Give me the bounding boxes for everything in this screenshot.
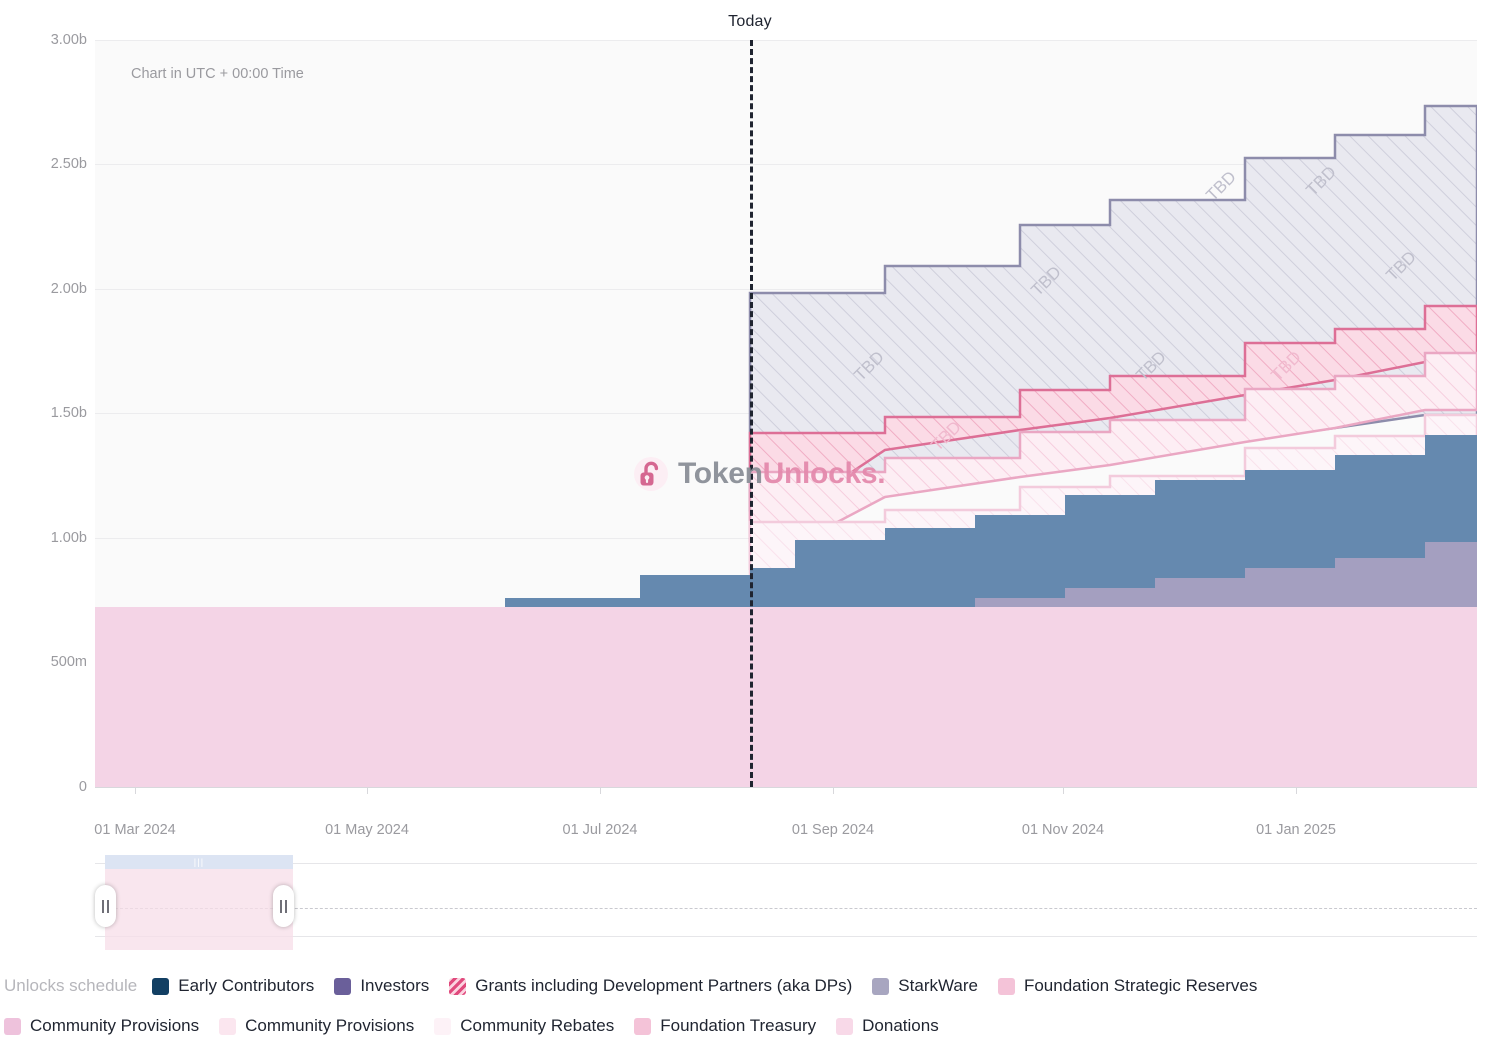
range-dotted-line	[95, 908, 1477, 909]
range-handle-right[interactable]	[273, 885, 294, 927]
range-drag-bar[interactable]: |||	[105, 855, 293, 869]
grip-bars-icon	[102, 899, 109, 913]
legend-item-early-contributors[interactable]: Early Contributors	[152, 976, 314, 996]
range-grip-icon: |||	[193, 857, 205, 867]
series-area-foundation-strategic-reserves	[95, 607, 1477, 787]
legend-item-label: Donations	[862, 1016, 939, 1035]
legend-item-label: Foundation Strategic Reserves	[1023, 976, 1258, 995]
legend-item-grants[interactable]: Grants including Development Partners (a…	[449, 976, 852, 996]
range-track[interactable]	[95, 863, 1477, 937]
today-label: Today	[728, 13, 772, 30]
legend-item-donations[interactable]: Donations	[836, 1016, 939, 1036]
x-tick-sep-2024: 01 Sep 2024	[791, 822, 875, 838]
today-vertical-line	[750, 40, 753, 787]
y-tick-1b: 1.00b	[50, 530, 87, 546]
legend-item-starkware[interactable]: StarkWare	[872, 976, 978, 996]
x-tick-jul-2024: 01 Jul 2024	[562, 822, 638, 838]
x-tickmark-4	[1063, 788, 1064, 794]
legend-item-label: StarkWare	[898, 976, 978, 995]
x-tickmark-1	[367, 788, 368, 794]
legend-item-label: Early Contributors	[178, 976, 315, 995]
chart-canvas: TBD TBD TBD TBD TBD TBD TBD TBD	[95, 40, 1477, 787]
legend-item-label: Investors	[360, 976, 430, 995]
range-selector[interactable]: |||	[95, 855, 1477, 950]
token-unlocks-chart: Today TBD TBD TBD TBD TBD TBD TBD TBD Ch…	[0, 0, 1497, 1047]
x-tick-may-2024: 01 May 2024	[325, 822, 409, 838]
legend-item-label: Community Provisions	[30, 1016, 200, 1035]
y-tick-0: 0	[78, 779, 87, 795]
x-tickmark-5	[1296, 788, 1297, 794]
legend-swatch-icon	[997, 977, 1015, 995]
legend-title: Unlocks schedule	[4, 976, 138, 995]
x-tickmark-2	[600, 788, 601, 794]
legend-item-label: Community Provisions	[245, 1016, 415, 1035]
grip-bars-icon	[280, 899, 287, 913]
x-tick-mar-2024: 01 Mar 2024	[94, 822, 176, 838]
legend-item-community-provisions-a[interactable]: Community Provisions	[4, 1016, 199, 1036]
range-selected-window[interactable]	[105, 864, 293, 950]
utc-note: Chart in UTC + 00:00 Time	[131, 66, 304, 82]
x-axis-baseline	[95, 787, 1477, 788]
legend-item-label: Foundation Treasury	[660, 1016, 817, 1035]
legend-swatch-icon	[4, 1017, 21, 1035]
legend-row-1: Unlocks schedule Early Contributors Inve…	[0, 966, 1497, 1006]
legend-swatch-icon	[872, 977, 890, 995]
legend-item-community-rebates[interactable]: Community Rebates	[434, 1016, 614, 1036]
legend-swatch-icon	[434, 1017, 452, 1035]
legend-swatch-hatched-icon	[449, 977, 467, 995]
legend-row-2: Community Provisions Community Provision…	[0, 1006, 1497, 1046]
y-tick-3b: 3.00b	[50, 32, 87, 48]
legend-item-label: Grants including Development Partners (a…	[475, 976, 853, 995]
plot-area: TBD TBD TBD TBD TBD TBD TBD TBD	[95, 40, 1477, 787]
legend-swatch-icon	[152, 977, 170, 995]
legend-item-label: Community Rebates	[460, 1016, 615, 1035]
x-tick-jan-2025: 01 Jan 2025	[1256, 822, 1336, 838]
legend-swatch-icon	[334, 977, 352, 995]
legend-item-foundation-treasury[interactable]: Foundation Treasury	[634, 1016, 816, 1036]
y-tick-2b: 2.00b	[50, 281, 87, 297]
x-tickmark-3	[833, 788, 834, 794]
legend-swatch-icon	[634, 1017, 652, 1035]
legend-swatch-icon	[836, 1017, 854, 1035]
x-tickmark-0	[135, 788, 136, 794]
legend-item-community-provisions-b[interactable]: Community Provisions	[219, 1016, 414, 1036]
legend-swatch-icon	[219, 1017, 237, 1035]
y-tick-1p5b: 1.50b	[50, 405, 87, 421]
legend-item-investors[interactable]: Investors	[334, 976, 429, 996]
y-tick-500m: 500m	[50, 654, 87, 670]
range-handle-left[interactable]	[95, 885, 116, 927]
legend-item-foundation-strategic-reserves[interactable]: Foundation Strategic Reserves	[997, 976, 1258, 996]
chart-legend: Unlocks schedule Early Contributors Inve…	[0, 966, 1497, 1046]
y-tick-2p5b: 2.50b	[50, 156, 87, 172]
x-tick-nov-2024: 01 Nov 2024	[1021, 822, 1105, 838]
